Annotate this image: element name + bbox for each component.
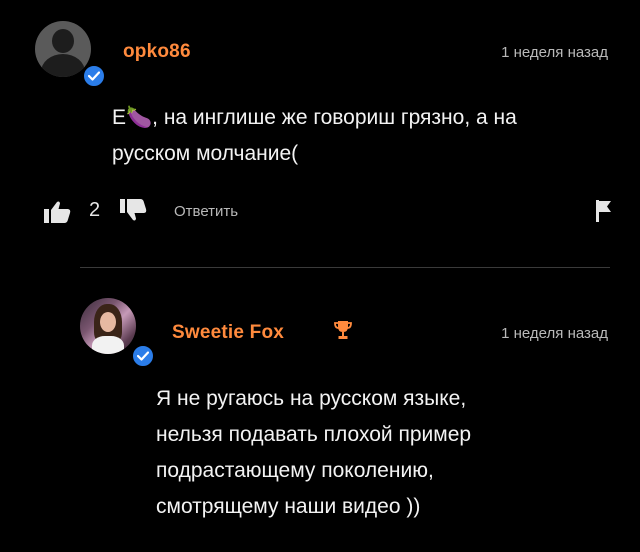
timestamp: 1 неделя назад	[501, 325, 608, 342]
comment-text-line: Я не ругаюсь на русском языке,	[156, 387, 467, 410]
comment-text: Я не ругаюсь на русском языке, нельзя по…	[156, 381, 576, 525]
username[interactable]: opko86	[123, 41, 191, 63]
divider	[80, 267, 610, 268]
like-icon[interactable]	[44, 200, 72, 229]
comment-text-line: подрастающему поколению,	[156, 459, 434, 482]
avatar-placeholder-head	[52, 29, 74, 53]
timestamp: 1 неделя назад	[501, 44, 608, 61]
comment-actions: 2 Ответить	[44, 196, 612, 230]
avatar-placeholder-body	[41, 54, 85, 77]
comment-text: Е🍆, на инглише же говориш грязно, а на р…	[112, 100, 612, 172]
avatar-photo-clothes	[92, 336, 124, 354]
username[interactable]: Sweetie Fox	[172, 322, 284, 344]
flag-icon[interactable]	[596, 200, 612, 227]
comment-text-line: смотрящему наши видео ))	[156, 495, 421, 518]
comment-text-line: Е🍆, на инглише же говориш грязно, а на	[112, 106, 517, 129]
avatar[interactable]	[80, 298, 136, 354]
verified-badge-icon	[82, 64, 106, 88]
comment-text-line: русском молчание(	[112, 142, 299, 165]
avatar[interactable]	[35, 21, 91, 77]
dislike-icon[interactable]	[120, 198, 148, 227]
avatar-photo-face	[100, 312, 116, 332]
comment-text-line: нельзя подавать плохой пример	[156, 423, 472, 446]
like-count: 2	[89, 199, 101, 221]
reply-button[interactable]: Ответить	[174, 203, 238, 220]
trophy-icon	[334, 320, 352, 340]
verified-badge-icon	[131, 344, 155, 368]
